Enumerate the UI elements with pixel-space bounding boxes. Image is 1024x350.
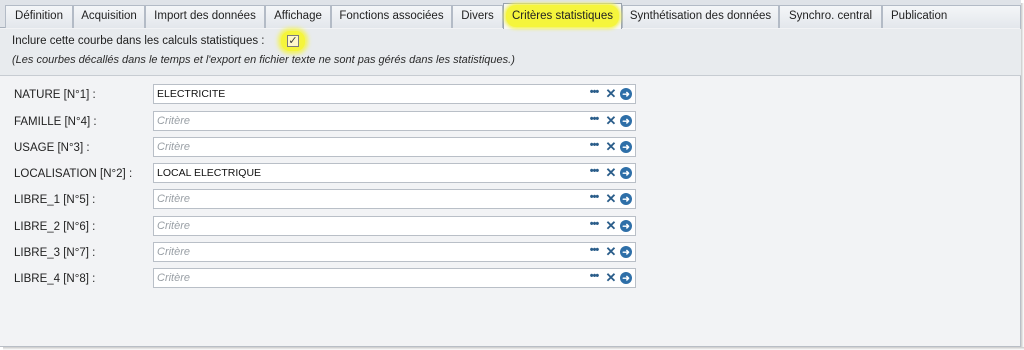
clear-icon[interactable]: ✕ (604, 219, 618, 233)
go-arrow-icon[interactable]: ➜ (620, 193, 632, 205)
criteria-row-libre-4: LIBRE_4 [N°8] : Critère ••• ✕ ➜ (0, 268, 1021, 294)
tab-label: Synthétisation des données (629, 10, 772, 22)
tab-strip: Définition Acquisition Import des donnée… (0, 0, 1021, 29)
tab-label: Import des données (154, 10, 256, 22)
include-label: Inclure cette courbe dans les calculs st… (12, 35, 265, 47)
include-panel: Inclure cette courbe dans les calculs st… (0, 29, 1021, 76)
clear-icon[interactable]: ✕ (604, 192, 618, 206)
tab-label: Publication (891, 10, 948, 22)
criteria-placeholder: Critère (157, 141, 191, 153)
criteria-placeholder: Critère (157, 246, 191, 258)
criteria-row-libre-3: LIBRE_3 [N°7] : Critère ••• ✕ ➜ (0, 242, 1021, 268)
tab-label: Affichage (274, 10, 322, 22)
criteria-field[interactable]: Critère ••• ✕ ➜ (153, 242, 636, 262)
tab-criteres-statistiques[interactable]: Critères statistiques (503, 3, 622, 29)
criteria-value: ELECTRICITE (157, 88, 226, 100)
tab-fonctions-associees[interactable]: Fonctions associées (331, 5, 452, 28)
ellipsis-icon[interactable]: ••• (587, 166, 601, 180)
tab-import-des-donnees[interactable]: Import des données (145, 5, 265, 28)
criteria-label: LIBRE_4 [N°8] : (14, 273, 96, 285)
criteria-placeholder: Critère (157, 220, 191, 232)
ellipsis-icon[interactable]: ••• (587, 219, 601, 233)
include-checkbox[interactable]: ✓ (287, 35, 299, 47)
clear-icon[interactable]: ✕ (604, 271, 618, 285)
go-arrow-icon[interactable]: ➜ (620, 272, 632, 284)
criteria-label: NATURE [N°1] : (14, 89, 96, 101)
criteria-label: LIBRE_2 [N°6] : (14, 221, 96, 233)
tab-definition[interactable]: Définition (5, 5, 73, 28)
tab-publication[interactable]: Publication (882, 5, 1021, 28)
go-arrow-icon[interactable]: ➜ (620, 246, 632, 258)
tab-acquisition[interactable]: Acquisition (73, 5, 145, 28)
go-arrow-icon[interactable]: ➜ (620, 167, 632, 179)
ellipsis-icon[interactable]: ••• (587, 87, 601, 101)
go-arrow-icon[interactable]: ➜ (620, 88, 632, 100)
criteria-row-libre-2: LIBRE_2 [N°6] : Critère ••• ✕ ➜ (0, 216, 1021, 242)
tab-synchro-central[interactable]: Synchro. central (779, 5, 882, 28)
tab-divers[interactable]: Divers (452, 5, 503, 28)
tab-label: Critères statistiques (506, 5, 619, 27)
tab-label: Fonctions associées (339, 10, 444, 22)
criteria-field[interactable]: Critère ••• ✕ ➜ (153, 268, 636, 288)
criteria-row-usage: USAGE [N°3] : Critère ••• ✕ ➜ (0, 137, 1021, 163)
criteria-placeholder: Critère (157, 272, 191, 284)
ellipsis-icon[interactable]: ••• (587, 114, 601, 128)
criteria-label: FAMILLE [N°4] : (14, 116, 97, 128)
criteria-field[interactable]: Critère ••• ✕ ➜ (153, 216, 636, 236)
tab-label: Divers (461, 10, 494, 22)
criteria-label: LOCALISATION [N°2] : (14, 168, 133, 180)
criteria-label: USAGE [N°3] : (14, 142, 90, 154)
criteria-placeholder: Critère (157, 115, 191, 127)
go-arrow-icon[interactable]: ➜ (620, 141, 632, 153)
tab-label: Synchro. central (788, 10, 873, 22)
go-arrow-icon[interactable]: ➜ (620, 220, 632, 232)
criteria-field[interactable]: LOCAL ELECTRIQUE ••• ✕ ➜ (153, 163, 636, 183)
criteria-field[interactable]: ELECTRICITE ••• ✕ ➜ (153, 84, 636, 104)
criteria-row-nature: NATURE [N°1] : ELECTRICITE ••• ✕ ➜ (0, 84, 1021, 110)
criteria-value: LOCAL ELECTRIQUE (157, 167, 262, 179)
clear-icon[interactable]: ✕ (604, 87, 618, 101)
go-arrow-icon[interactable]: ➜ (620, 115, 632, 127)
clear-icon[interactable]: ✕ (604, 114, 618, 128)
tab-label: Définition (15, 10, 63, 22)
criteria-label: LIBRE_1 [N°5] : (14, 194, 96, 206)
clear-icon[interactable]: ✕ (604, 140, 618, 154)
tab-affichage[interactable]: Affichage (265, 5, 331, 28)
ellipsis-icon[interactable]: ••• (587, 245, 601, 259)
ellipsis-icon[interactable]: ••• (587, 192, 601, 206)
tab-synthetisation-des-donnees[interactable]: Synthétisation des données (622, 5, 779, 28)
clear-icon[interactable]: ✕ (604, 245, 618, 259)
criteria-row-famille: FAMILLE [N°4] : Critère ••• ✕ ➜ (0, 111, 1021, 137)
statistics-note: (Les courbes décallés dans le temps et l… (12, 54, 515, 66)
criteria-window: Définition Acquisition Import des donnée… (0, 0, 1021, 347)
criteria-field[interactable]: Critère ••• ✕ ➜ (153, 111, 636, 131)
criteria-field[interactable]: Critère ••• ✕ ➜ (153, 137, 636, 157)
clear-icon[interactable]: ✕ (604, 166, 618, 180)
criteria-row-localisation: LOCALISATION [N°2] : LOCAL ELECTRIQUE ••… (0, 163, 1021, 189)
criteria-placeholder: Critère (157, 193, 191, 205)
criteria-row-libre-1: LIBRE_1 [N°5] : Critère ••• ✕ ➜ (0, 189, 1021, 215)
ellipsis-icon[interactable]: ••• (587, 271, 601, 285)
criteria-field[interactable]: Critère ••• ✕ ➜ (153, 189, 636, 209)
ellipsis-icon[interactable]: ••• (587, 140, 601, 154)
tab-label: Acquisition (81, 10, 137, 22)
criteria-label: LIBRE_3 [N°7] : (14, 247, 96, 259)
